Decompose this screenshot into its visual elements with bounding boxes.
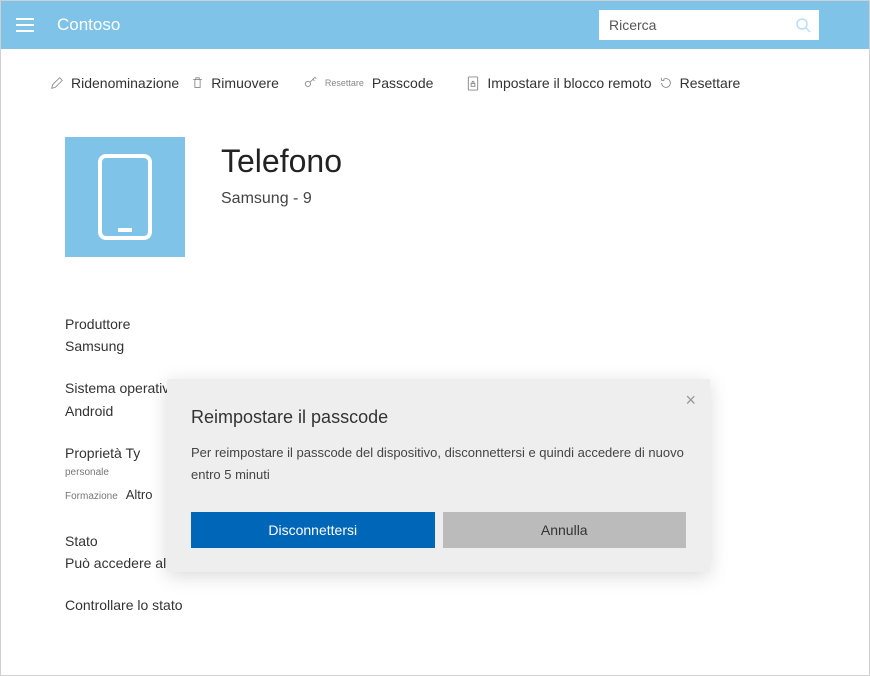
phone-icon — [96, 152, 154, 242]
app-title: Contoso — [57, 15, 120, 35]
dialog-body: Per reimpostare il passcode del disposit… — [191, 442, 686, 486]
passcode-label: Passcode — [372, 75, 433, 91]
device-header: Telefono Samsung - 9 — [1, 101, 869, 257]
rename-label: Ridenominazione — [71, 75, 179, 91]
dialog-title: Reimpostare il passcode — [191, 407, 686, 428]
app-header: Contoso — [1, 1, 869, 49]
reset-tiny-label: Resettare — [325, 78, 364, 88]
command-bar: Ridenominazione Rimuovere Resettare Pass… — [1, 49, 869, 101]
passcode-command[interactable]: Resettare Passcode — [303, 75, 434, 91]
search-input[interactable] — [609, 17, 795, 33]
remove-command[interactable]: Rimuovere — [189, 75, 279, 91]
training-tiny: Formazione — [65, 491, 118, 502]
close-icon[interactable]: × — [685, 391, 696, 409]
other-label: Altro — [126, 487, 153, 502]
check-status-link[interactable]: Controllare lo stato — [65, 596, 869, 614]
device-title: Telefono — [221, 143, 342, 180]
search-icon — [795, 17, 811, 33]
lock-device-icon — [465, 75, 481, 91]
rename-command[interactable]: Ridenominazione — [49, 75, 179, 91]
reset-passcode-dialog: × Reimpostare il passcode Per reimpostar… — [167, 379, 710, 572]
remove-label: Rimuovere — [211, 75, 279, 91]
reset-command[interactable]: Resettare — [658, 75, 741, 91]
signout-button[interactable]: Disconnettersi — [191, 512, 435, 548]
pencil-icon — [49, 75, 65, 91]
remote-lock-command[interactable]: Impostare il blocco remoto — [465, 75, 651, 91]
cancel-button[interactable]: Annulla — [443, 512, 687, 548]
key-icon — [303, 75, 319, 91]
device-tile — [65, 137, 185, 257]
remote-lock-label: Impostare il blocco remoto — [487, 75, 651, 91]
reset-label: Resettare — [680, 75, 741, 91]
trash-icon — [189, 75, 205, 91]
reset-icon — [658, 75, 674, 91]
prop-manufacturer: Produttore Samsung — [65, 315, 869, 355]
manufacturer-label: Produttore — [65, 315, 869, 333]
manufacturer-value: Samsung — [65, 337, 869, 355]
device-subtitle: Samsung - 9 — [221, 190, 342, 208]
search-box[interactable] — [599, 10, 819, 40]
menu-button[interactable] — [11, 11, 39, 39]
